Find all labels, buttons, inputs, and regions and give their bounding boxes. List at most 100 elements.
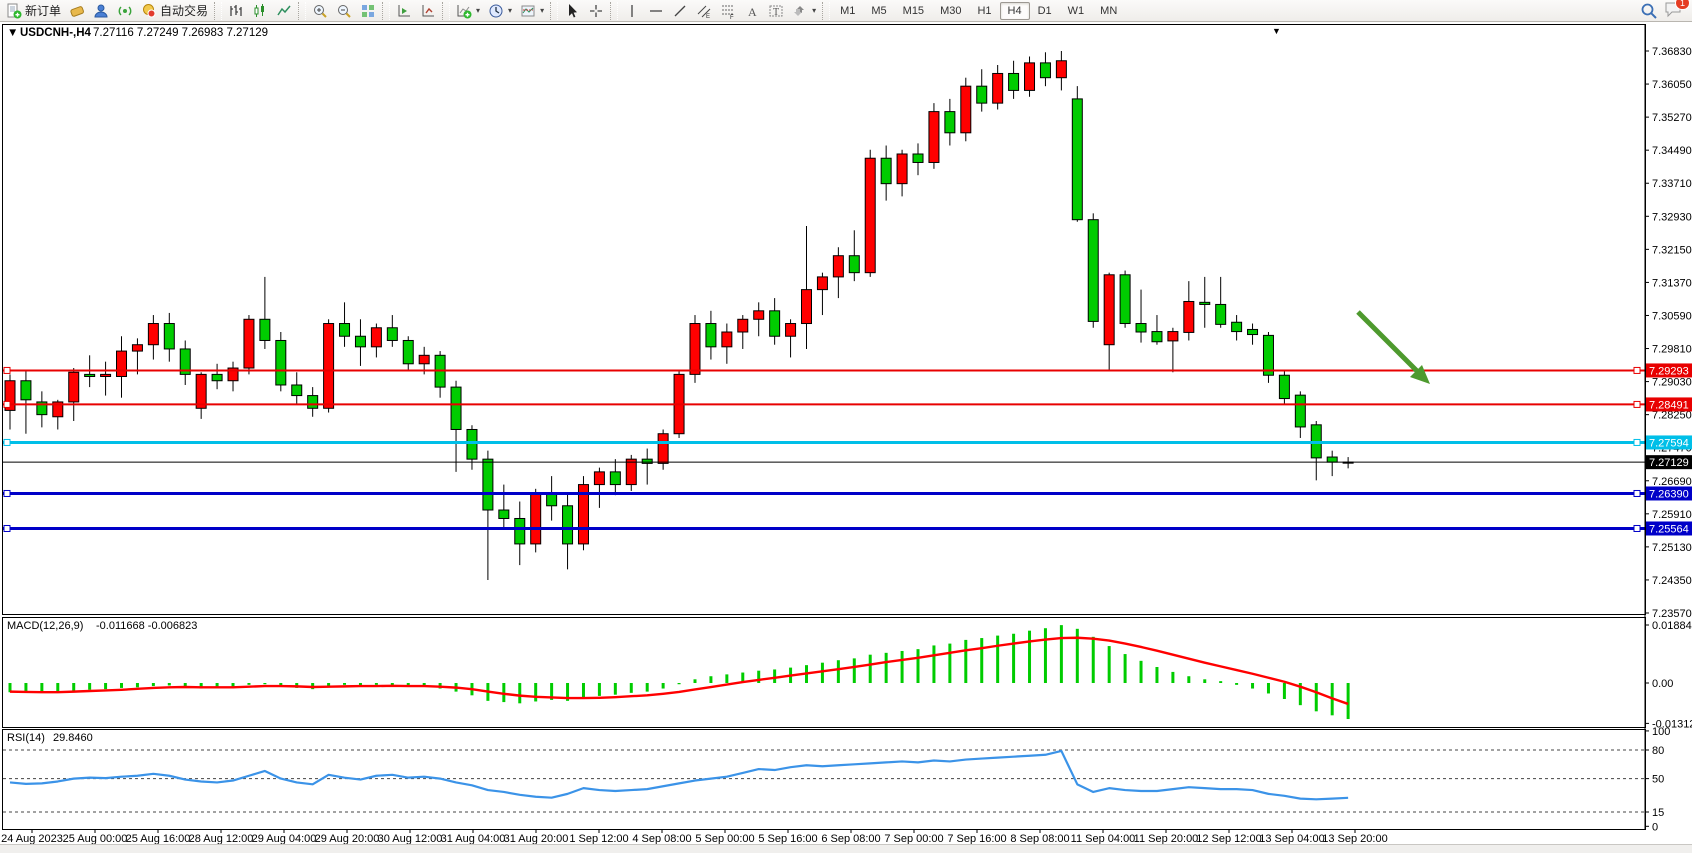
chart-shift-icon <box>420 3 436 19</box>
price-tick-label: 7.35270 <box>1652 112 1692 124</box>
line-handle[interactable] <box>1634 490 1640 496</box>
line-handle[interactable] <box>1634 439 1640 445</box>
zoom-in-button[interactable] <box>308 2 332 20</box>
candle-body <box>626 459 636 484</box>
notifications-button[interactable]: 1 <box>1664 0 1684 21</box>
bar-chart-button[interactable] <box>224 2 248 20</box>
candle-body <box>515 518 525 543</box>
timeframe-button-m15[interactable]: M15 <box>895 2 932 20</box>
candle-body <box>499 510 509 518</box>
timeframe-button-m30[interactable]: M30 <box>932 2 969 20</box>
line-handle[interactable] <box>1634 525 1640 531</box>
symbol-title: USDCNH-,H4 <box>20 27 92 39</box>
add-indicator-button[interactable]: ▾ <box>452 2 484 20</box>
price-axis[interactable]: 7.368307.360507.352707.344907.337107.329… <box>1645 24 1692 833</box>
main-toolbar: 新订单 自动交易 <box>0 0 1692 22</box>
candle-body <box>1295 395 1305 427</box>
autotrade-button[interactable]: 自动交易 <box>137 2 212 20</box>
new-order-button[interactable]: 新订单 <box>2 2 65 20</box>
candle-body <box>1136 324 1146 332</box>
line-handle[interactable] <box>1634 401 1640 407</box>
cursor-button[interactable] <box>560 2 584 20</box>
line-handle[interactable] <box>4 525 10 531</box>
candle-body <box>308 396 318 409</box>
search-icon[interactable] <box>1640 2 1658 20</box>
macd-pane[interactable] <box>3 618 1646 728</box>
horizontal-line-button[interactable] <box>644 2 668 20</box>
rsi-pane[interactable] <box>3 730 1646 830</box>
timeframe-button-h1[interactable]: H1 <box>969 2 999 20</box>
candle-body <box>483 459 493 510</box>
fibonacci-button[interactable]: F <box>716 2 740 20</box>
rsi-value: 29.8460 <box>53 732 93 744</box>
candle-body <box>1168 332 1178 341</box>
candle-body <box>1232 322 1242 331</box>
templates-button[interactable]: ▾ <box>516 2 548 20</box>
new-order-icon <box>6 3 22 19</box>
candle-body <box>164 324 174 349</box>
candle-body <box>770 311 780 336</box>
timeframe-button-m1[interactable]: M1 <box>832 2 863 20</box>
auto-scroll-button[interactable] <box>392 2 416 20</box>
zoom-out-button[interactable] <box>332 2 356 20</box>
equidistant-channel-icon: E <box>696 3 712 19</box>
candle-body <box>817 277 827 290</box>
candle-body <box>340 324 350 337</box>
timeframe-button-h4[interactable]: H4 <box>1000 2 1030 20</box>
tile-windows-button[interactable] <box>356 2 380 20</box>
line-handle[interactable] <box>4 367 10 373</box>
rsi-tick-label: 80 <box>1652 745 1664 757</box>
trader-profile-button[interactable] <box>89 2 113 20</box>
candle-body <box>754 311 764 319</box>
candle-body <box>117 351 127 376</box>
template-icon <box>520 3 536 19</box>
chart-scroll-marker[interactable]: ▼ <box>1272 26 1281 36</box>
candle-body <box>324 324 334 409</box>
trendline-button[interactable] <box>668 2 692 20</box>
crosshair-button[interactable] <box>584 2 608 20</box>
autotrade-icon <box>141 3 157 19</box>
candle-body <box>260 319 270 340</box>
text-label-button[interactable]: T <box>764 2 788 20</box>
price-tag-label: 7.25564 <box>1649 523 1689 535</box>
timeframe-button-d1[interactable]: D1 <box>1030 2 1060 20</box>
line-chart-button[interactable] <box>272 2 296 20</box>
equidistant-channel-button[interactable]: E <box>692 2 716 20</box>
candlestick-chart-button[interactable] <box>248 2 272 20</box>
chart-menu-caret[interactable]: ▼ <box>7 27 18 39</box>
timeframe-button-w1[interactable]: W1 <box>1060 2 1093 20</box>
cursor-icon <box>564 3 580 19</box>
line-handle[interactable] <box>4 490 10 496</box>
candle-body <box>1056 61 1066 78</box>
macd-tick-label: 0.01884 <box>1652 620 1692 632</box>
candle-body <box>610 472 620 485</box>
toolbar-separator <box>550 2 558 20</box>
candle-body <box>132 345 142 351</box>
chart-window[interactable]: 7.368307.360507.352707.344907.337107.329… <box>0 0 1692 853</box>
toolbar-separator <box>214 2 222 20</box>
line-handle[interactable] <box>1634 367 1640 373</box>
price-tick-label: 7.23570 <box>1652 608 1692 620</box>
candle-body <box>148 324 158 345</box>
signal-button[interactable] <box>113 2 137 20</box>
chart-shift-button[interactable] <box>416 2 440 20</box>
candlestick-chart-icon <box>252 3 268 19</box>
candle-body <box>1040 63 1050 78</box>
candle-body <box>706 324 716 347</box>
fibonacci-icon: F <box>720 3 736 19</box>
chart-tools-button[interactable] <box>65 2 89 20</box>
line-handle[interactable] <box>4 401 10 407</box>
time-axis[interactable]: 24 Aug 202325 Aug 00:0025 Aug 16:0028 Au… <box>1 829 1388 845</box>
add-indicator-icon <box>456 3 472 19</box>
vertical-line-button[interactable] <box>620 2 644 20</box>
toolbar-separator <box>610 2 618 20</box>
text-button[interactable]: A <box>740 2 764 20</box>
timeframe-button-mn[interactable]: MN <box>1092 2 1125 20</box>
arrows-button[interactable]: ▾ <box>788 2 820 20</box>
line-handle[interactable] <box>4 439 10 445</box>
periods-button[interactable]: ▾ <box>484 2 516 20</box>
price-tick-label: 7.26690 <box>1652 476 1692 488</box>
timeframe-button-m5[interactable]: M5 <box>863 2 894 20</box>
candle-body <box>403 340 413 363</box>
price-tick-label: 7.28250 <box>1652 410 1692 422</box>
